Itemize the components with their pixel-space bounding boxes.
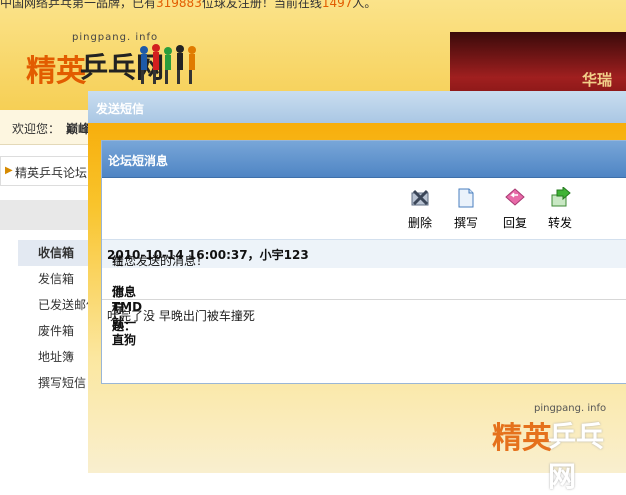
forward-label: 转发 (547, 216, 572, 230)
registered-count: 319883 (156, 0, 202, 10)
send-message-dialog: 发送短信 论坛短消息 删除 撰写 回复 转发 在 2010-10-14 16:0… (88, 91, 626, 493)
sidebar-item-address-book[interactable]: 地址簿 (18, 344, 98, 370)
delete-icon (411, 189, 429, 206)
marquee-text-2: 位球友注册！当前在线 (201, 0, 322, 10)
delete-button[interactable]: 删除 (402, 187, 438, 231)
compose-button[interactable]: 撰写 (448, 187, 484, 231)
info-suffix: 给您发送的消息！ (112, 254, 209, 268)
message-panel: 论坛短消息 删除 撰写 回复 转发 在 2010-10-14 16:00:37，… (101, 140, 626, 384)
sidebar-item-compose[interactable]: 撰写短信 (18, 370, 98, 396)
marquee-text-1: 中国网络乒乓第一品牌，已有 (0, 0, 157, 10)
message-body: 吠完了没 早晚出门被车撞死 (107, 309, 255, 323)
sidebar-item-trash[interactable]: 废件箱 (18, 318, 98, 344)
watermark-logo: pingpang. info 精英 乒乓网 (492, 403, 626, 493)
online-count: 1497 (321, 0, 353, 10)
dialog-titlebar[interactable]: 发送短信 (88, 91, 626, 123)
info-separator: ， (247, 248, 260, 262)
reply-label: 回复 (502, 216, 527, 230)
sidebar-item-outbox[interactable]: 发信箱 (18, 266, 98, 292)
delete-label: 删除 (407, 216, 432, 230)
welcome-label: 欢迎您： (12, 122, 61, 136)
breadcrumb[interactable]: ▶ 精英乒乓论坛 (0, 156, 102, 186)
forward-icon (551, 185, 571, 207)
welcome-username[interactable]: 巅峰 (66, 120, 90, 137)
message-info-row: 在 2010-10-14 16:00:37，小宇123 给您发送的消息！ (102, 239, 626, 268)
marquee-text-3: 人。 (352, 0, 377, 10)
breadcrumb-forum-link[interactable]: 精英乒乓论坛 (15, 164, 87, 181)
breadcrumb-arrow-icon: ▶ (5, 165, 13, 176)
players-illustration-icon (140, 44, 196, 84)
message-info-text: 在 2010-10-14 16:00:37，小宇123 给您发送的消息！ (107, 246, 309, 268)
panel-header: 论坛短消息 (102, 141, 626, 178)
sidebar-item-sent[interactable]: 已发送邮件 (18, 292, 98, 318)
message-subject-row: 消息标题： 你TMD就一直狗 (102, 273, 626, 347)
site-logo[interactable]: pingpang. info 精英 乒乓网 (8, 30, 208, 90)
site-stats-marquee: 中国网络乒乓第一品牌，已有319883位球友注册！当前在线1497人。 (0, 0, 376, 11)
message-sender[interactable]: 小宇123 (260, 248, 309, 262)
logo-text-jingying: 精英 (26, 54, 86, 89)
sidebar: 收信箱 发信箱 已发送邮件 废件箱 地址簿 撰写短信 (18, 240, 98, 396)
watermark-text-jingying: 精英 (492, 421, 552, 456)
banner-text: 华瑞 (581, 71, 612, 89)
sidebar-item-inbox[interactable]: 收信箱 (18, 240, 98, 266)
forward-button[interactable]: 转发 (542, 185, 578, 231)
compose-label: 撰写 (453, 216, 478, 230)
reply-icon (505, 188, 525, 206)
dialog-title: 发送短信 (96, 102, 145, 116)
watermark-text-pingpang: 乒乓网 (548, 420, 605, 493)
reply-button[interactable]: 回复 (497, 187, 533, 231)
panel-title: 论坛短消息 (108, 154, 169, 168)
compose-icon (458, 188, 474, 208)
